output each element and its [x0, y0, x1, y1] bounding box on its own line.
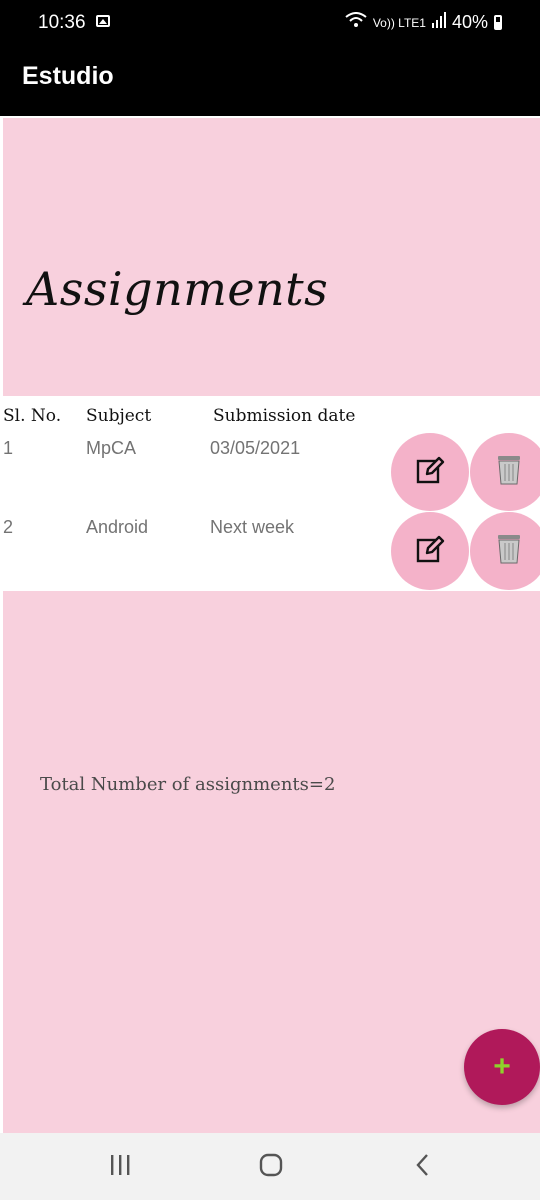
- row2-subject: Android: [86, 517, 149, 537]
- total-assignments-text: Total Number of assignments=2: [40, 774, 336, 795]
- recents-icon: [108, 1154, 132, 1181]
- edit-icon: [415, 534, 445, 569]
- back-icon: [414, 1153, 432, 1182]
- row1-date: 03/05/2021: [210, 438, 301, 458]
- status-time: 10:36: [38, 12, 86, 33]
- row2-delete-button[interactable]: [470, 512, 540, 590]
- wifi-icon: [345, 12, 367, 33]
- signal-icon: [431, 12, 446, 33]
- trash-icon: [496, 454, 522, 491]
- row1-edit-button[interactable]: [391, 433, 469, 511]
- row2-sl-no: 2: [3, 517, 14, 537]
- plus-icon: +: [493, 1050, 511, 1083]
- page-title: Assignments: [26, 262, 329, 316]
- gallery-icon: [96, 15, 110, 27]
- trash-icon: [496, 533, 522, 570]
- system-nav-bar: [0, 1133, 540, 1200]
- header-sl-no: Sl. No.: [3, 406, 62, 426]
- home-icon: [258, 1152, 284, 1183]
- battery-percent: 40%: [451, 12, 488, 32]
- edit-icon: [415, 455, 445, 490]
- row1-subject: MpCA: [86, 438, 137, 458]
- app-title: Estudio: [22, 62, 114, 90]
- add-assignment-button[interactable]: +: [464, 1029, 540, 1105]
- row1-sl-no: 1: [3, 438, 14, 458]
- status-indicators: Vo)) LTE1 40%: [345, 12, 502, 33]
- app-bar: Estudio: [0, 48, 540, 116]
- summary-panel: [3, 591, 540, 1133]
- row2-date: Next week: [210, 517, 295, 537]
- back-button[interactable]: [403, 1151, 443, 1183]
- home-button[interactable]: [251, 1151, 291, 1183]
- row2-edit-button[interactable]: [391, 512, 469, 590]
- battery-icon: [494, 15, 502, 30]
- header-subject: Subject: [86, 406, 152, 426]
- network-label: Vo)) LTE1: [372, 15, 426, 30]
- status-bar: 10:36 Vo)) LTE1 40%: [0, 0, 540, 48]
- row1-delete-button[interactable]: [470, 433, 540, 511]
- header-submission-date: Submission date: [213, 406, 356, 426]
- header-panel: [3, 118, 540, 396]
- recents-button[interactable]: [100, 1151, 140, 1183]
